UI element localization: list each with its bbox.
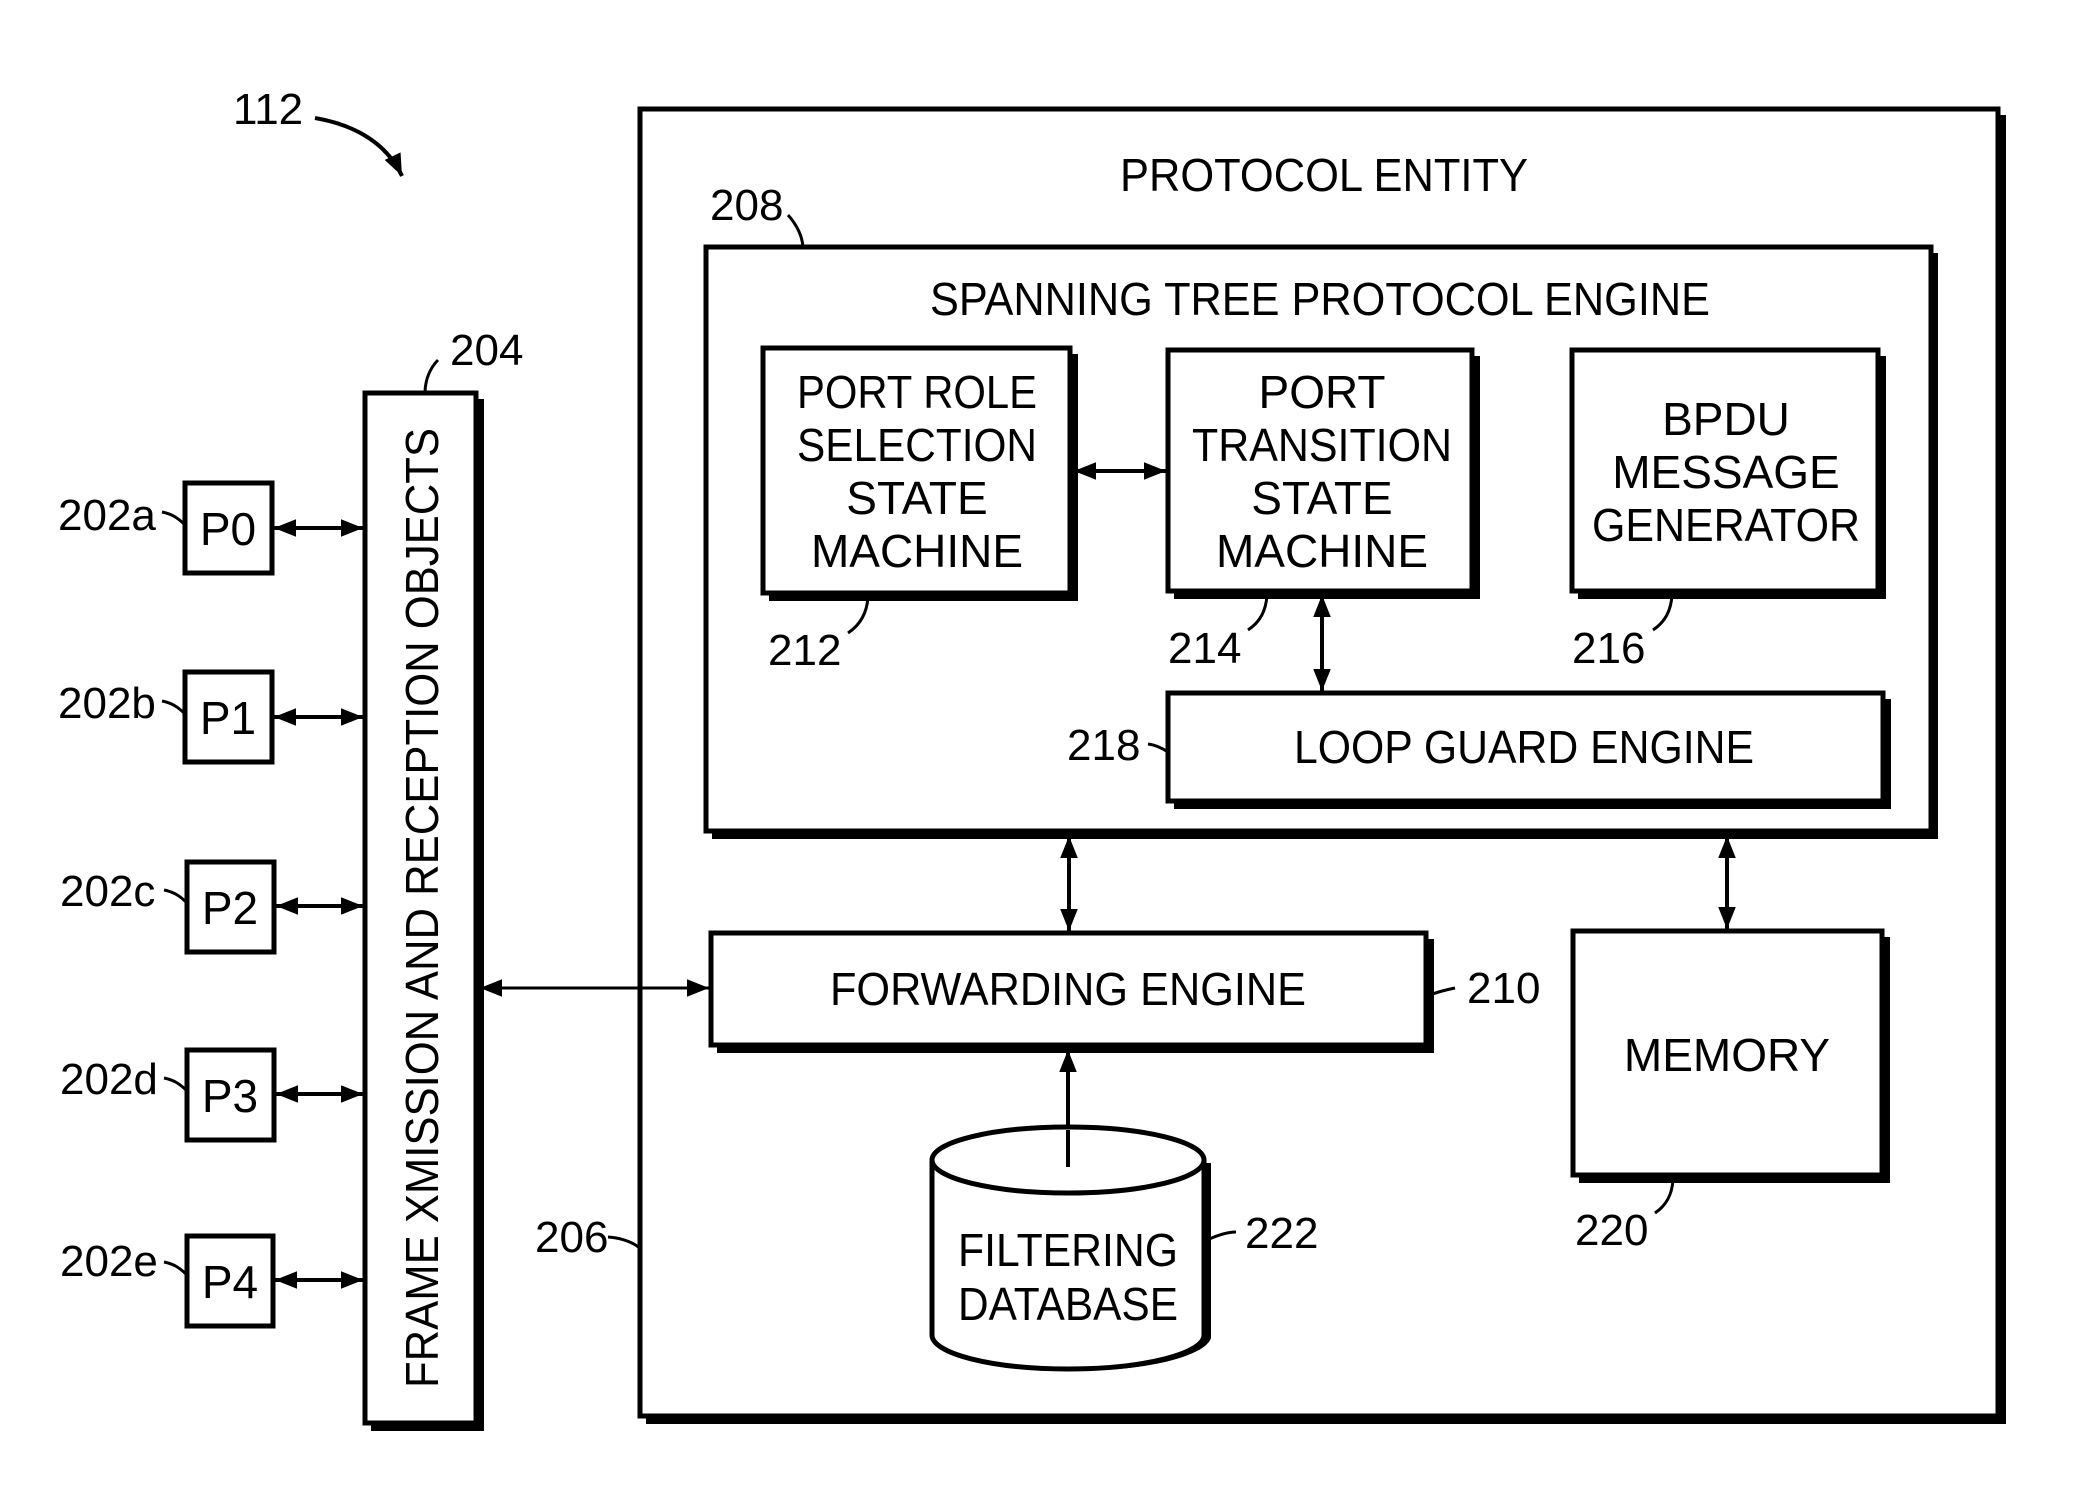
filtering-database-line-2: DATABASE — [958, 1278, 1178, 1330]
port-p0-leader — [161, 510, 187, 527]
port-transition-line-4: MACHINE — [1216, 525, 1428, 577]
port-p3-label: P3 — [202, 1070, 258, 1122]
port-p3-leader — [163, 1076, 189, 1093]
frame-objects-ref: 204 — [450, 326, 523, 375]
port-p4-leader — [163, 1260, 189, 1277]
port-transition-line-1: PORT — [1259, 366, 1386, 418]
memory-label: MEMORY — [1624, 1029, 1830, 1081]
bpdu-line-2: MESSAGE — [1612, 446, 1840, 498]
memory-ref: 220 — [1575, 1206, 1648, 1255]
port-p1-leader — [161, 699, 187, 716]
port-transition-ref: 214 — [1168, 624, 1241, 673]
loop-guard-ref: 218 — [1067, 721, 1140, 770]
port-role-line-2: SELECTION — [797, 419, 1037, 471]
bpdu-line-3: GENERATOR — [1592, 499, 1860, 551]
protocol-entity-title: PROTOCOL ENTITY — [1120, 149, 1528, 201]
bpdu-line-1: BPDU — [1662, 393, 1790, 445]
port-role-line-4: MACHINE — [811, 525, 1023, 577]
loop-guard-label: LOOP GUARD ENGINE — [1294, 721, 1754, 773]
port-role-ref: 212 — [768, 626, 841, 675]
port-role-line-3: STATE — [846, 472, 987, 524]
forwarding-engine-label: FORWARDING ENGINE — [830, 963, 1306, 1015]
filtering-database-line-1: FILTERING — [958, 1224, 1178, 1276]
port-p0-label: P0 — [200, 503, 256, 555]
port-p2-ref: 202c — [60, 867, 155, 916]
frame-objects-label: FRAME XMISSION AND RECEPTION OBJECTS — [396, 428, 448, 1388]
stp-engine-title: SPANNING TREE PROTOCOL ENGINE — [930, 273, 1710, 325]
block-diagram: 112 PROTOCOL ENTITY 206 SPANNING TREE PR… — [58, 85, 2006, 1431]
port-p0-ref: 202a — [58, 491, 156, 540]
protocol-entity-ref: 206 — [535, 1213, 608, 1262]
port-transition-line-3: STATE — [1251, 472, 1392, 524]
figure-reference-arrow — [314, 116, 404, 177]
stp-engine-ref: 208 — [710, 181, 783, 230]
protocol-entity-leader — [607, 1235, 641, 1250]
filtering-database-ref: 222 — [1245, 1209, 1318, 1258]
port-p2-label: P2 — [202, 882, 258, 934]
bpdu-ref: 216 — [1572, 624, 1645, 673]
port-p4-ref: 202e — [60, 1237, 158, 1286]
forwarding-engine-ref: 210 — [1467, 964, 1540, 1013]
port-p1-label: P1 — [200, 692, 256, 744]
port-role-line-1: PORT ROLE — [797, 366, 1037, 418]
frame-objects-leader — [423, 358, 440, 394]
port-p4-label: P4 — [202, 1256, 258, 1308]
port-p2-leader — [163, 888, 189, 905]
port-p1-ref: 202b — [58, 679, 156, 728]
figure-reference-label: 112 — [233, 85, 303, 134]
port-transition-line-2: TRANSITION — [1192, 419, 1452, 471]
port-p3-ref: 202d — [60, 1055, 158, 1104]
